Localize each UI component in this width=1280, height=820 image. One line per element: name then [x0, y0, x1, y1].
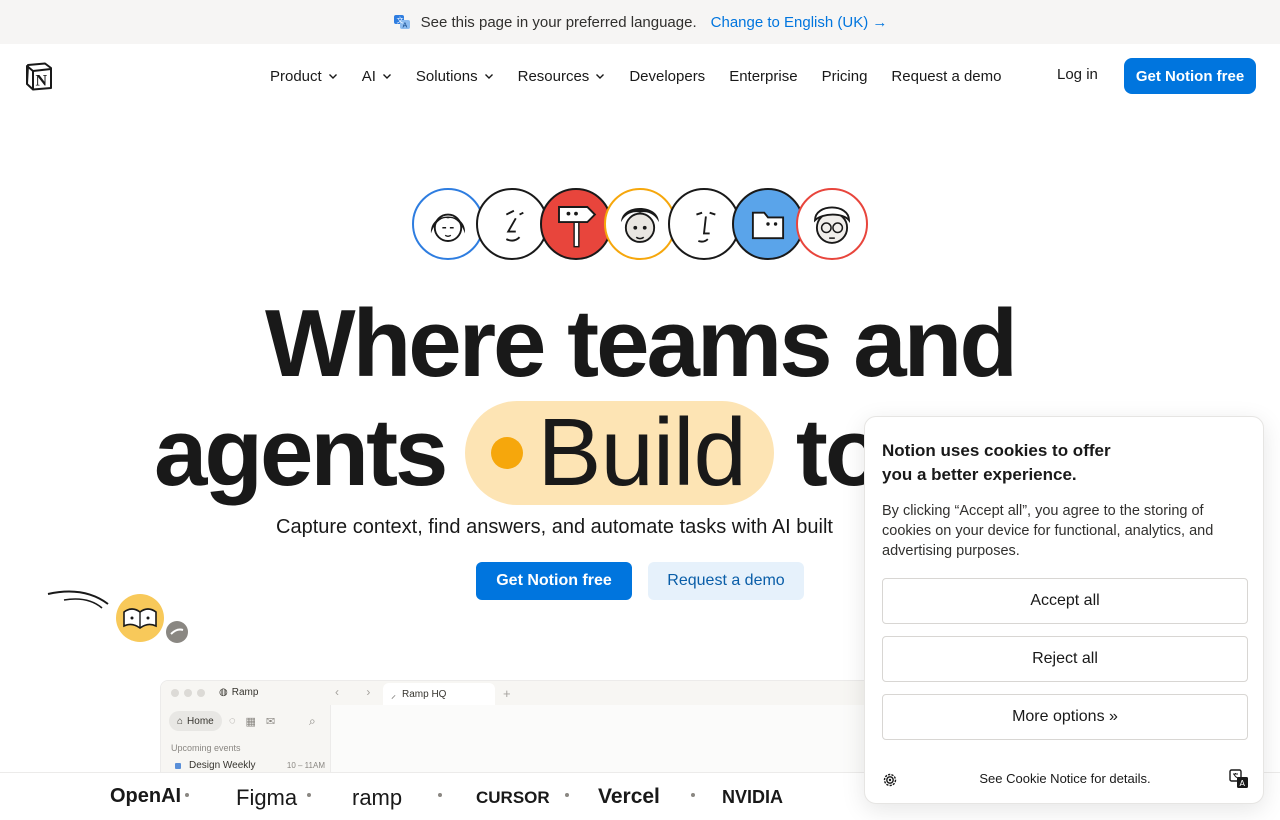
nav-links: Product AI Solutions Resources Developer…: [270, 44, 1026, 108]
avatar-glasses-icon: [796, 188, 868, 260]
cookie-dialog: Notion uses cookies to offer you a bette…: [864, 416, 1264, 804]
avatar-woman-icon: [412, 188, 484, 260]
get-notion-free-button[interactable]: Get Notion free: [1124, 58, 1256, 94]
cursor-logo: CURSOR: [476, 788, 550, 807]
svg-text:A: A: [1240, 779, 1246, 788]
nav-item-developers[interactable]: Developers: [629, 68, 705, 85]
home-icon: ⌂: [177, 715, 184, 727]
translate-icon: 文 A: [393, 13, 411, 31]
svg-text:A: A: [402, 22, 407, 30]
accept-all-button[interactable]: Accept all: [882, 578, 1248, 624]
chat-icon: ◌: [229, 715, 236, 727]
logo-separator: [565, 793, 569, 797]
avatar-row: [412, 188, 868, 260]
nav-item-ai[interactable]: AI: [362, 68, 392, 85]
inbox-icon: ✉: [265, 716, 276, 728]
cookie-title: Notion uses cookies to offer you a bette…: [882, 441, 1111, 484]
cookie-footer: See Cookie Notice for details. A: [865, 769, 1265, 793]
sidebar-icons: ◌ ▦ ✉: [229, 715, 275, 728]
rotating-word: Build: [537, 399, 746, 506]
svg-text:N: N: [36, 73, 48, 90]
nav-item-product[interactable]: Product: [270, 68, 338, 85]
preview-sidebar: ⌂ Home ◌ ▦ ✉ ⌕ Upcoming events Design We…: [161, 705, 331, 779]
logo-separator: [307, 793, 311, 797]
nav-item-label: AI: [361, 67, 376, 85]
nvidia-logo: NVIDIA: [722, 787, 784, 807]
nav-item-request-demo[interactable]: Request a demo: [891, 68, 1001, 85]
banner-message: See this page in your preferred language…: [420, 13, 697, 31]
rotating-word-pill: Build: [465, 399, 774, 506]
headline-word-agents: agents: [154, 399, 448, 506]
window-controls: [171, 689, 205, 697]
openai-logo: OpenAI: [110, 785, 182, 807]
calendar-icon: ▦: [245, 716, 256, 728]
gear-icon[interactable]: [881, 771, 899, 789]
home-pill: ⌂ Home: [169, 711, 222, 731]
chevron-down-icon: [328, 74, 337, 79]
workspace-name: Ramp: [231, 687, 259, 698]
logo-separator: [691, 793, 695, 797]
new-tab-icon: +: [503, 686, 511, 701]
nav-arrows-icon: ‹ ›: [335, 685, 383, 699]
event-row: Design Weekly 10 – 11AM: [175, 760, 325, 771]
chevron-down-icon: [382, 74, 391, 79]
app-preview: ◍ Ramp ‹ › ⸝ Ramp HQ + ⌂ Home ◌ ▦ ✉ ⌕ Up…: [160, 680, 880, 780]
nav-item-label: Resources: [517, 67, 590, 85]
chevron-down-icon: [484, 74, 493, 79]
avatar-curly-hair-icon: [604, 188, 676, 260]
top-nav: N Product AI Solutions Resources Develop…: [0, 44, 1280, 108]
event-time: 10 – 11AM: [286, 761, 325, 770]
preview-titlebar: ◍ Ramp ‹ › ⸝ Ramp HQ +: [161, 681, 879, 705]
avatar-face-icon: [476, 188, 548, 260]
folder-icon: [732, 188, 804, 260]
preview-tab-title: Ramp HQ: [402, 688, 447, 700]
vercel-logo: Vercel: [598, 785, 660, 808]
language-banner: 文 A See this page in your preferred lang…: [0, 0, 1280, 44]
nav-item-label: Solutions: [415, 67, 478, 85]
nav-item-pricing[interactable]: Pricing: [822, 68, 868, 85]
home-label: Home: [187, 715, 214, 727]
event-color-icon: [175, 762, 181, 769]
headline-line-1: Where teams and: [265, 290, 1018, 397]
figma-logo: Figma: [236, 785, 298, 810]
hero-get-notion-free-button[interactable]: Get Notion free: [476, 562, 632, 600]
logo-separator: [185, 793, 189, 797]
globe-icon: ◍: [219, 687, 228, 698]
upcoming-events-label: Upcoming events: [171, 743, 241, 753]
cookie-body: By clicking “Accept all”, you agree to t…: [882, 503, 1214, 559]
cookie-notice-link[interactable]: See Cookie Notice for details.: [865, 771, 1265, 786]
signpost-icon: [540, 188, 612, 260]
nav-item-label: Product: [270, 67, 322, 85]
logo-separator: [438, 793, 442, 797]
translate-icon[interactable]: A: [1229, 769, 1249, 789]
ramp-icon: ⸝: [391, 690, 396, 701]
change-language-link[interactable]: Change to English (UK) →: [711, 14, 888, 31]
search-icon: ⌕: [309, 714, 316, 728]
ramp-logo: ramp: [352, 785, 403, 810]
headline-line-2: agents Build tog: [154, 398, 939, 508]
notion-logo[interactable]: N: [24, 61, 54, 91]
login-link[interactable]: Log in: [1057, 66, 1098, 83]
reject-all-button[interactable]: Reject all: [882, 636, 1248, 682]
nav-item-solutions[interactable]: Solutions: [416, 68, 494, 85]
preview-tab: ⸝ Ramp HQ: [383, 683, 495, 705]
nav-item-enterprise[interactable]: Enterprise: [729, 68, 797, 85]
event-title: Design Weekly: [189, 760, 256, 771]
hero-subtitle: Capture context, find answers, and autom…: [276, 516, 833, 538]
chevron-down-icon: [596, 74, 605, 79]
more-options-button[interactable]: More options »: [882, 694, 1248, 740]
book-character-doodle: [44, 586, 194, 646]
avatar-face-icon: [668, 188, 740, 260]
hero-request-demo-button[interactable]: Request a demo: [648, 562, 804, 600]
workspace-switcher: ◍ Ramp: [219, 687, 258, 698]
nav-item-resources[interactable]: Resources: [518, 68, 606, 85]
pill-dot: [491, 437, 524, 469]
